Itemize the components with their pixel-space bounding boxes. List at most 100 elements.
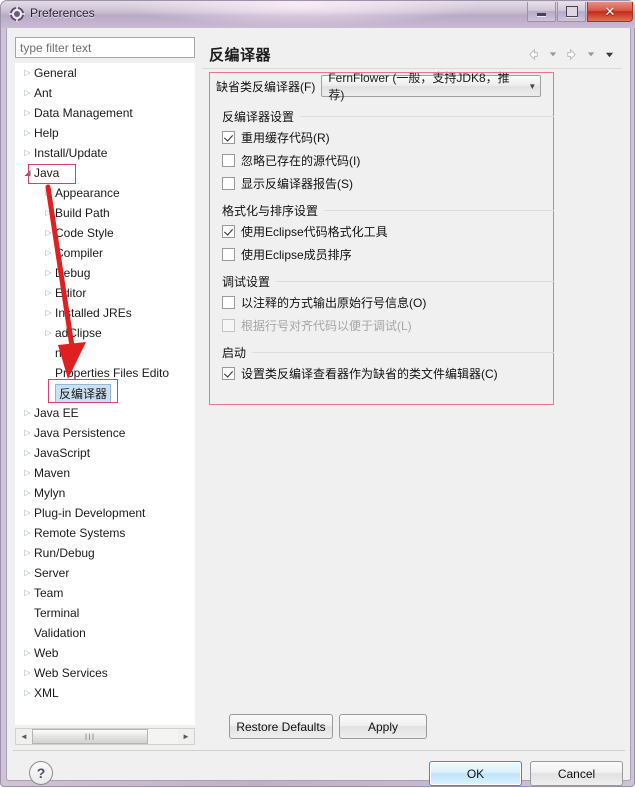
chevron-right-icon[interactable]: ▷ xyxy=(21,649,34,657)
chevron-right-icon[interactable]: ▷ xyxy=(21,589,34,597)
sidebar-item-validation[interactable]: Validation xyxy=(15,623,195,643)
search-input[interactable]: type filter text xyxy=(15,37,195,58)
sidebar-item-javascript[interactable]: ▷ JavaScript xyxy=(15,443,195,463)
sidebar-item-java-persistence[interactable]: ▷ Java Persistence xyxy=(15,423,195,443)
scroll-right-icon[interactable]: ► xyxy=(178,729,194,744)
chevron-right-icon[interactable]: ▷ xyxy=(21,429,34,437)
chevron-right-icon[interactable]: ▷ xyxy=(21,509,34,517)
forward-arrow-icon[interactable] xyxy=(563,46,580,62)
menu-dropdown-icon[interactable] xyxy=(601,46,618,62)
chevron-right-icon[interactable]: ▷ xyxy=(42,309,55,317)
checkbox-row[interactable]: 以注释的方式输出原始行号信息(O) xyxy=(222,292,554,313)
sidebar-item-java[interactable]: ◢ Java xyxy=(15,163,195,183)
sidebar-item-code-style[interactable]: ▷ Code Style xyxy=(15,223,195,243)
minimize-button[interactable] xyxy=(527,2,556,22)
checkbox-row[interactable]: 使用Eclipse成员排序 xyxy=(222,244,554,265)
sidebar-item-build-path[interactable]: ▷ Build Path xyxy=(15,203,195,223)
sidebar-item-adclipse[interactable]: ▷ adClipse xyxy=(15,323,195,343)
chevron-right-icon[interactable]: ▷ xyxy=(21,409,34,417)
chevron-right-icon[interactable]: ▷ xyxy=(21,489,34,497)
sidebar-item-web-services[interactable]: ▷ Web Services xyxy=(15,663,195,683)
sidebar-item-terminal[interactable]: Terminal xyxy=(15,603,195,623)
checkbox-icon[interactable] xyxy=(222,296,235,309)
scrollbar-track[interactable]: III xyxy=(32,729,178,744)
sidebar-item-install-update[interactable]: ▷ Install/Update xyxy=(15,143,195,163)
sidebar-item-label: Compiler xyxy=(55,246,104,260)
sidebar-item-xml[interactable]: ▷ XML xyxy=(15,683,195,703)
checkbox-icon[interactable] xyxy=(222,225,235,238)
back-arrow-icon[interactable] xyxy=(525,46,542,62)
sidebar-item-label: XML xyxy=(34,686,59,700)
chevron-down-icon[interactable]: ◢ xyxy=(21,169,34,177)
checkbox-icon[interactable] xyxy=(222,248,235,261)
sidebar-item-[interactable]: 反编译器 xyxy=(15,383,195,403)
chevron-right-icon[interactable]: ▷ xyxy=(42,229,55,237)
sidebar-item-data-management[interactable]: ▷ Data Management xyxy=(15,103,195,123)
chevron-right-icon[interactable]: ▷ xyxy=(42,289,55,297)
chevron-right-icon[interactable]: ▷ xyxy=(21,689,34,697)
preferences-tree[interactable]: ▷ General ▷ Ant ▷ Data Management ▷ Help ▷ Instal… xyxy=(15,63,195,725)
chevron-right-icon[interactable]: ▷ xyxy=(42,269,55,277)
sidebar-item-ant[interactable]: ▷ Ant xyxy=(15,83,195,103)
chevron-right-icon[interactable]: ▷ xyxy=(21,549,34,557)
tree-horizontal-scrollbar[interactable]: ◄ III ► xyxy=(15,728,195,745)
chevron-right-icon[interactable]: ▷ xyxy=(42,329,55,337)
chevron-right-icon[interactable]: ▷ xyxy=(21,669,34,677)
chevron-right-icon[interactable]: ▷ xyxy=(21,89,34,97)
sidebar-item-server[interactable]: ▷ Server xyxy=(15,563,195,583)
ok-button[interactable]: OK xyxy=(429,761,522,786)
checkbox-icon[interactable] xyxy=(222,177,235,190)
sidebar-item-web[interactable]: ▷ Web xyxy=(15,643,195,663)
close-button[interactable]: ✕ xyxy=(587,2,633,22)
chevron-right-icon[interactable]: ▷ xyxy=(42,189,55,197)
checkbox-row[interactable]: 设置类反编译查看器作为缺省的类文件编辑器(C) xyxy=(222,363,554,384)
chevron-right-icon[interactable]: ▷ xyxy=(21,109,34,117)
minimize-icon xyxy=(537,13,546,16)
chevron-right-icon[interactable]: ▷ xyxy=(42,209,55,217)
chevron-right-icon[interactable]: ▷ xyxy=(21,149,34,157)
sidebar-item-general[interactable]: ▷ General xyxy=(15,63,195,83)
sidebar-item-properties-files-edito[interactable]: Properties Files Edito xyxy=(15,363,195,383)
chevron-right-icon[interactable]: ▷ xyxy=(21,69,34,77)
sidebar-item-plug-in-development[interactable]: ▷ Plug-in Development xyxy=(15,503,195,523)
forward-dropdown-icon[interactable] xyxy=(582,46,599,62)
sidebar-item-maven[interactable]: ▷ Maven xyxy=(15,463,195,483)
apply-button[interactable]: Apply xyxy=(339,714,427,739)
chevron-right-icon[interactable]: ▷ xyxy=(21,529,34,537)
sidebar-item-appearance[interactable]: ▷ Appearance xyxy=(15,183,195,203)
checkbox-row[interactable]: 显示反编译器报告(S) xyxy=(222,173,554,194)
chevron-right-icon[interactable]: ▷ xyxy=(21,569,34,577)
sidebar-item-team[interactable]: ▷ Team xyxy=(15,583,195,603)
chevron-right-icon[interactable]: ▷ xyxy=(21,449,34,457)
default-decompiler-select[interactable]: FernFlower (一般，支持JDK8，推荐) ▼ xyxy=(321,71,542,102)
chevron-right-icon[interactable]: ▷ xyxy=(21,469,34,477)
sidebar-item-label: Appearance xyxy=(55,186,120,200)
checkbox-row[interactable]: 忽略已存在的源代码(I) xyxy=(222,150,554,171)
scroll-left-icon[interactable]: ◄ xyxy=(16,729,32,744)
sidebar-item-label: Debug xyxy=(55,266,91,280)
chevron-right-icon[interactable]: ▷ xyxy=(42,249,55,257)
checkbox-icon[interactable] xyxy=(222,367,235,380)
back-dropdown-icon[interactable] xyxy=(544,46,561,62)
restore-defaults-button[interactable]: Restore Defaults xyxy=(229,714,333,739)
chevron-right-icon[interactable]: ▷ xyxy=(21,129,34,137)
sidebar-item-nit[interactable]: nit xyxy=(15,343,195,363)
scrollbar-thumb[interactable]: III xyxy=(32,729,148,744)
sidebar-item-java-ee[interactable]: ▷ Java EE xyxy=(15,403,195,423)
cancel-button[interactable]: Cancel xyxy=(530,761,623,786)
checkbox-row[interactable]: 重用缓存代码(R) xyxy=(222,127,554,148)
maximize-button[interactable] xyxy=(557,2,586,22)
sidebar-item-compiler[interactable]: ▷ Compiler xyxy=(15,243,195,263)
sidebar-item-remote-systems[interactable]: ▷ Remote Systems xyxy=(15,523,195,543)
checkbox-row[interactable]: 使用Eclipse代码格式化工具 xyxy=(222,221,554,242)
checkbox-icon[interactable] xyxy=(222,131,235,144)
sidebar-item-installed-jres[interactable]: ▷ Installed JREs xyxy=(15,303,195,323)
sidebar-item-help[interactable]: ▷ Help xyxy=(15,123,195,143)
sidebar-item-debug[interactable]: ▷ Debug xyxy=(15,263,195,283)
sidebar-item-run-debug[interactable]: ▷ Run/Debug xyxy=(15,543,195,563)
sidebar-item-label: Code Style xyxy=(55,226,114,240)
help-icon[interactable]: ? xyxy=(29,761,53,785)
sidebar-item-editor[interactable]: ▷ Editor xyxy=(15,283,195,303)
sidebar-item-mylyn[interactable]: ▷ Mylyn xyxy=(15,483,195,503)
checkbox-icon[interactable] xyxy=(222,154,235,167)
